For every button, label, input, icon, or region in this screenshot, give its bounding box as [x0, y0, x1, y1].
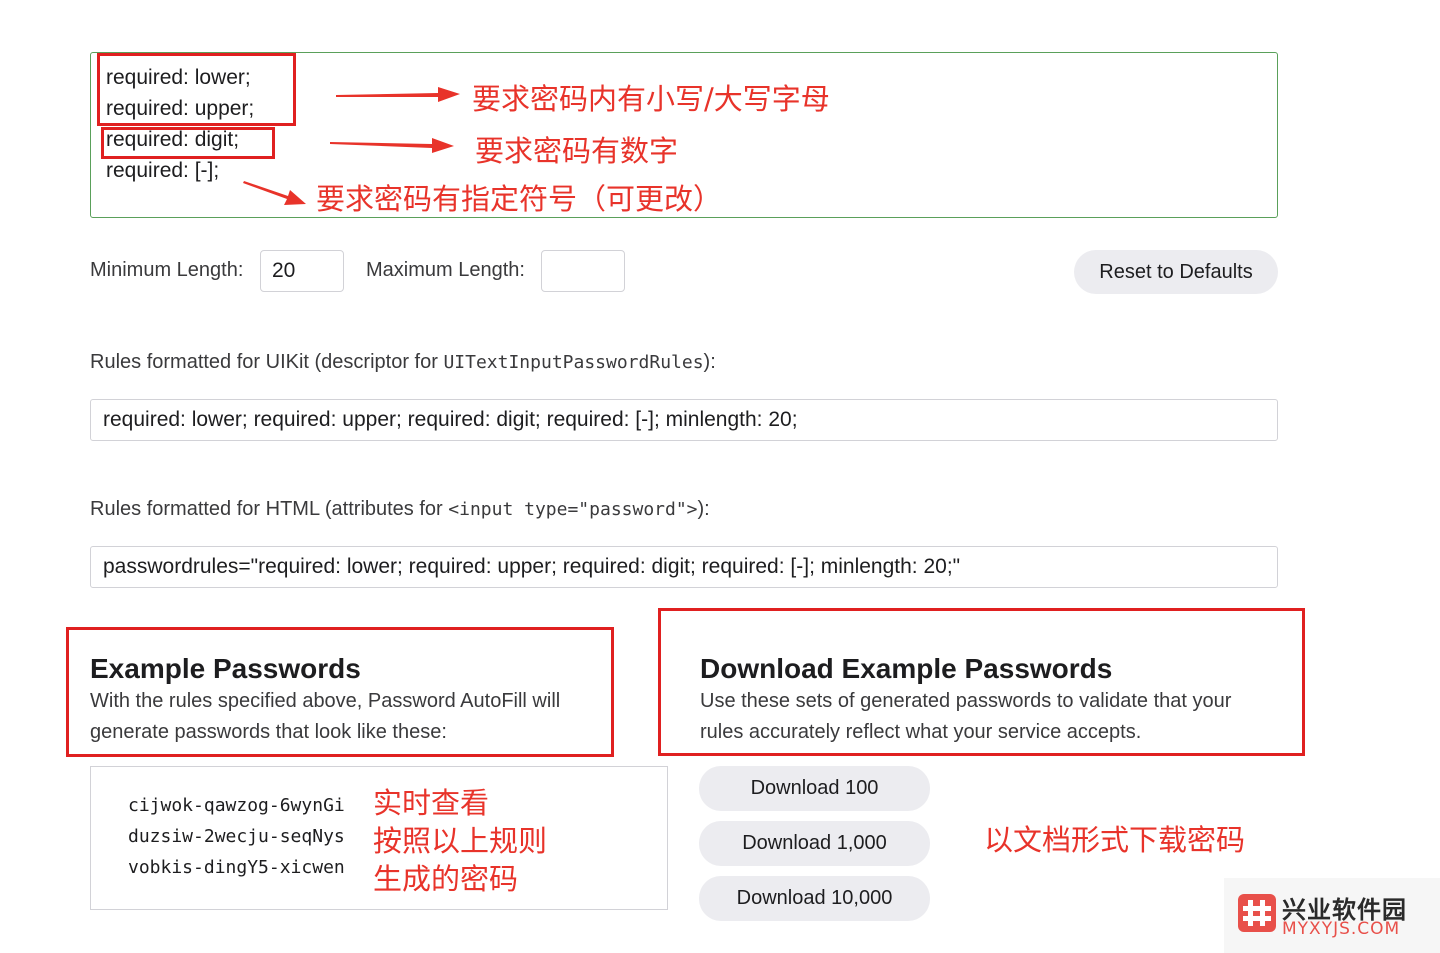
arrow-digit-icon: [328, 136, 456, 154]
max-length-input[interactable]: [541, 250, 625, 292]
example-passwords-title: Example Passwords: [90, 653, 361, 684]
max-length-label: Maximum Length:: [366, 259, 525, 281]
rule-line-symbol: required: [-];: [106, 159, 220, 182]
uikit-label-code: UITextInputPasswordRules: [443, 352, 704, 373]
example-passwords-desc-2: generate passwords that look like these:: [90, 721, 447, 743]
download-passwords-desc-1: Use these sets of generated passwords to…: [700, 690, 1232, 712]
watermark-en-text: MYXYJS.COM: [1282, 919, 1401, 939]
download-passwords-title: Download Example Passwords: [700, 653, 1113, 684]
annotation-download-note: 以文档形式下载密码: [984, 823, 1246, 857]
example-password: vobkis-dingY5-xicwen: [128, 857, 345, 878]
annotation-realtime-line-2: 按照以上规则: [373, 824, 548, 858]
arrow-symbol-icon: [242, 178, 308, 208]
reset-to-defaults-button[interactable]: Reset to Defaults: [1074, 250, 1278, 294]
arrow-case-icon: [334, 86, 462, 104]
html-label-prefix: Rules formatted for HTML (attributes for: [90, 498, 449, 520]
watermark-logo-icon: [1238, 894, 1276, 932]
download-10000-button[interactable]: Download 10,000: [699, 876, 930, 921]
uikit-rules-output[interactable]: required: lower; required: upper; requir…: [90, 399, 1278, 441]
annotation-symbol-note: 要求密码有指定符号（可更改）: [316, 182, 723, 216]
uikit-label-suffix: ):: [703, 351, 716, 373]
download-passwords-desc-2: rules accurately reflect what your servi…: [700, 721, 1142, 743]
annotation-digit-note: 要求密码有数字: [475, 134, 679, 168]
annotation-realtime-line-3: 生成的密码: [373, 862, 519, 896]
min-length-label: Minimum Length:: [90, 259, 244, 281]
html-label-suffix: ):: [697, 498, 710, 520]
html-label-code: <input type="password">: [448, 499, 698, 520]
download-1000-button[interactable]: Download 1,000: [699, 821, 930, 866]
example-password: cijwok-qawzog-6wynGi: [128, 795, 345, 816]
annotation-realtime-line-1: 实时查看: [373, 786, 490, 820]
uikit-rules-label: Rules formatted for UIKit (descriptor fo…: [90, 351, 716, 374]
annotation-box-case: [97, 53, 296, 126]
annotation-box-digit: [101, 127, 275, 159]
uikit-label-prefix: Rules formatted for UIKit (descriptor fo…: [90, 351, 444, 373]
download-100-button[interactable]: Download 100: [699, 766, 930, 811]
html-rules-output[interactable]: passwordrules="required: lower; required…: [90, 546, 1278, 588]
example-passwords-desc-1: With the rules specified above, Password…: [90, 690, 561, 712]
annotation-case-note: 要求密码内有小写/大写字母: [472, 82, 830, 116]
html-rules-label: Rules formatted for HTML (attributes for…: [90, 498, 710, 521]
min-length-input[interactable]: [260, 250, 344, 292]
example-password: duzsiw-2wecju-seqNys: [128, 826, 345, 847]
